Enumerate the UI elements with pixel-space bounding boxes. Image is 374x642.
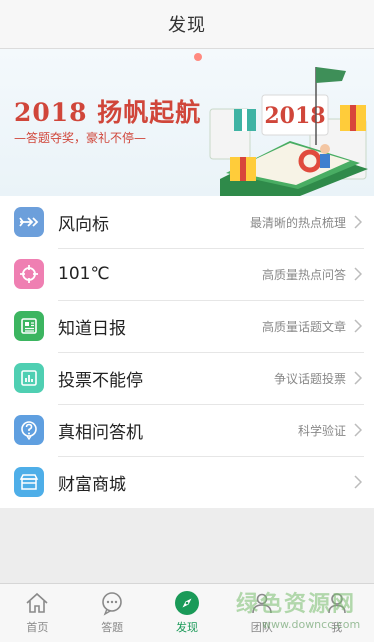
target-icon [14,259,44,289]
chevron-right-icon [354,475,362,489]
chevron-right-icon [354,267,362,281]
promo-banner[interactable]: 2018 扬帆起航 —答题夺奖，豪礼不停— 2018 [0,49,374,196]
menu-item-daily[interactable]: 知道日报 高质量话题文章 [0,300,374,352]
chat-bubble-icon [102,592,122,616]
tab-home[interactable]: 首页 [0,584,75,642]
banner-tagline: —答题夺奖，豪礼不停— [14,131,147,145]
newspaper-icon [14,311,44,341]
chevron-right-icon [354,371,362,385]
tab-label: 首页 [26,621,49,634]
compass-icon [174,591,199,615]
chevron-right-icon [354,423,362,437]
watermark: 绿色资源网 [236,592,357,617]
store-icon [14,467,44,497]
menu-item-label: 真相问答机 [58,422,143,443]
discover-menu: 风向标 最清晰的热点梳理 101℃ 高质量热点问答 知道日报 高质量话题文章 投… [0,196,374,508]
menu-item-vote[interactable]: 投票不能停 争议话题投票 [0,352,374,404]
tab-answer[interactable]: 答题 [75,584,150,642]
menu-item-desc: 高质量话题文章 [261,319,346,334]
menu-item-101c[interactable]: 101℃ 高质量热点问答 [0,248,374,300]
top-bar: 发现 [0,0,374,49]
menu-item-desc: 高质量热点问答 [261,267,346,282]
banner-headline: 2018 扬帆起航 [14,98,202,127]
menu-item-store[interactable]: 财富商城 [0,456,374,508]
tab-discover[interactable]: 发现 [150,584,225,642]
menu-item-label: 101℃ [58,264,110,284]
tab-label: 发现 [175,621,198,634]
tab-label: 答题 [101,621,124,634]
menu-item-wind-vane[interactable]: 风向标 最清晰的热点梳理 [0,196,374,248]
menu-item-label: 财富商城 [58,474,126,495]
chevron-right-icon [354,319,362,333]
menu-item-desc: 最清晰的热点梳理 [249,215,346,230]
home-icon [26,592,48,613]
question-bubble-icon [14,415,44,445]
menu-item-truth-qa[interactable]: 真相问答机 科学验证 [0,404,374,456]
menu-item-label: 知道日报 [58,318,126,339]
menu-item-label: 投票不能停 [58,370,143,391]
bar-chart-icon [14,363,44,393]
menu-item-desc: 争议话题投票 [273,371,346,386]
chevron-right-icon [354,215,362,229]
banner-illustration: 2018 [194,53,368,196]
menu-item-desc: 科学验证 [297,423,346,438]
wind-vane-icon [14,207,44,237]
watermark-url: www.downcc.com [262,618,361,631]
page-title: 发现 [168,15,206,36]
menu-item-label: 风向标 [58,214,109,235]
